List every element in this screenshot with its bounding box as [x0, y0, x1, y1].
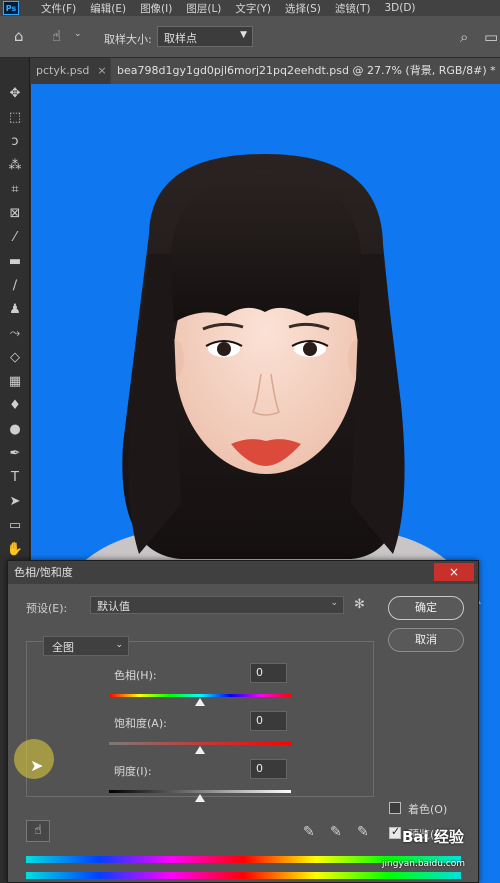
eyedropper-tool-icon[interactable]: ⁄ [4, 228, 26, 248]
chevron-down-icon: ▼ [240, 30, 247, 40]
hue-input[interactable]: 0 [250, 663, 287, 683]
saturation-slider-track[interactable] [109, 742, 291, 745]
search-icon[interactable]: ⌕ [460, 28, 468, 46]
photoshop-logo: Ps [3, 1, 19, 15]
dodge-tool-icon[interactable]: ● [4, 420, 26, 440]
eraser-tool-icon[interactable]: ◇ [4, 348, 26, 368]
workspace-icon[interactable]: ▭ [484, 28, 498, 46]
blur-tool-icon[interactable]: ♦ [4, 396, 26, 416]
hue-slider-track[interactable] [109, 694, 291, 697]
tab-label: pctyk.psd [36, 64, 90, 77]
menu-layer[interactable]: 图层(L) [186, 1, 221, 16]
cancel-button[interactable]: 取消 [388, 628, 464, 652]
healing-tool-icon[interactable]: ▬ [4, 252, 26, 272]
marquee-tool-icon[interactable]: ⬚ [4, 108, 26, 128]
menu-3d[interactable]: 3D(D) [384, 2, 415, 14]
lightness-label: 明度(I): [114, 765, 152, 778]
cursor-icon: ➤ [30, 756, 44, 775]
sample-size-value: 取样点 [164, 32, 197, 45]
eyedropper-plus-icon[interactable]: ✎ [330, 824, 342, 840]
hue-slider-thumb[interactable] [195, 698, 205, 706]
home-icon[interactable]: ⌂ [14, 27, 24, 45]
colorize-checkbox[interactable] [389, 802, 401, 814]
lightness-slider-track[interactable] [109, 790, 291, 793]
close-button[interactable]: × [434, 563, 474, 581]
adjustment-group [26, 641, 374, 797]
tab-label: bea798d1gy1gd0pjl6morj21pq2eehdt.psd @ 2… [117, 64, 496, 77]
options-bar: ⌂ ☝ ⌄ 取样大小: 取样点 ▼ ⌕ ▭ [0, 16, 500, 58]
hue-label: 色相(H): [114, 669, 157, 682]
magic-wand-tool-icon[interactable]: ⁂ [4, 156, 26, 176]
rectangle-tool-icon[interactable]: ▭ [4, 516, 26, 536]
eyedropper-minus-icon[interactable]: ✎ [357, 824, 369, 840]
sample-size-select[interactable]: 取样点 ▼ [157, 26, 253, 47]
ok-button[interactable]: 确定 [388, 596, 464, 620]
close-icon[interactable]: × [97, 64, 106, 77]
type-tool-icon[interactable]: T [4, 468, 26, 488]
menu-file[interactable]: 文件(F) [41, 1, 76, 16]
watermark-url: jingyan.baidu.com [382, 859, 466, 869]
channel-value: 全图 [52, 641, 74, 654]
channel-select[interactable]: 全图 ⌄ [43, 636, 129, 656]
preset-value: 默认值 [97, 600, 130, 613]
menu-bar: Ps 文件(F) 编辑(E) 图像(I) 图层(L) 文字(Y) 选择(S) 滤… [0, 0, 500, 16]
menu-edit[interactable]: 编辑(E) [90, 1, 126, 16]
eyedropper-icon[interactable]: ✎ [303, 824, 315, 840]
preset-label: 预设(E): [26, 602, 68, 615]
targeted-adjustment-hand-icon[interactable]: ☝ [26, 820, 50, 842]
chevron-down-icon: ⌄ [115, 640, 123, 650]
dialog-title: 色相/饱和度 [8, 561, 478, 584]
stamp-tool-icon[interactable]: ♟ [4, 300, 26, 320]
crop-tool-icon[interactable]: ⌗ [4, 180, 26, 200]
lasso-tool-icon[interactable]: ↄ [4, 132, 26, 152]
menu-type[interactable]: 文字(Y) [235, 1, 271, 16]
document-tabs: pctyk.psd × bea798d1gy1gd0pjl6morj21pq2ee… [30, 58, 500, 84]
move-tool-icon[interactable]: ✥ [4, 84, 26, 104]
tab-active-document[interactable]: bea798d1gy1gd0pjl6morj21pq2eehdt.psd @ 2… [111, 58, 500, 84]
saturation-input[interactable]: 0 [250, 711, 287, 731]
chevron-down-icon: ⌄ [330, 598, 338, 608]
frame-tool-icon[interactable]: ⊠ [4, 204, 26, 224]
history-brush-tool-icon[interactable]: ⤳ [4, 324, 26, 344]
pen-tool-icon[interactable]: ✒ [4, 444, 26, 464]
brush-tool-icon[interactable]: ∕ [4, 276, 26, 296]
menu-select[interactable]: 选择(S) [285, 1, 321, 16]
lightness-input[interactable]: 0 [250, 759, 287, 779]
saturation-label: 饱和度(A): [114, 717, 167, 730]
sample-size-label: 取样大小: [104, 33, 152, 46]
lightness-slider-thumb[interactable] [195, 794, 205, 802]
colorize-label: 着色(O) [408, 803, 448, 816]
saturation-slider-thumb[interactable] [195, 746, 205, 754]
gear-icon[interactable]: ✻ [354, 597, 365, 612]
watermark-brand: Bai 经验 [402, 828, 464, 846]
menu-filter[interactable]: 滤镜(T) [335, 1, 371, 16]
menu-image[interactable]: 图像(I) [140, 1, 172, 16]
gradient-tool-icon[interactable]: ▦ [4, 372, 26, 392]
tab-pctyk[interactable]: pctyk.psd × [30, 58, 110, 84]
portrait-photo [51, 154, 481, 604]
preset-select[interactable]: 默认值 ⌄ [90, 596, 344, 614]
hand-tool-icon[interactable]: ✋ [4, 540, 26, 560]
baidu-watermark: Bai 经验 jingyan.baidu.com [380, 826, 490, 876]
hand-tool-icon[interactable]: ☝ [52, 27, 61, 45]
path-selection-tool-icon[interactable]: ➤ [4, 492, 26, 512]
chevron-down-icon[interactable]: ⌄ [74, 29, 82, 39]
